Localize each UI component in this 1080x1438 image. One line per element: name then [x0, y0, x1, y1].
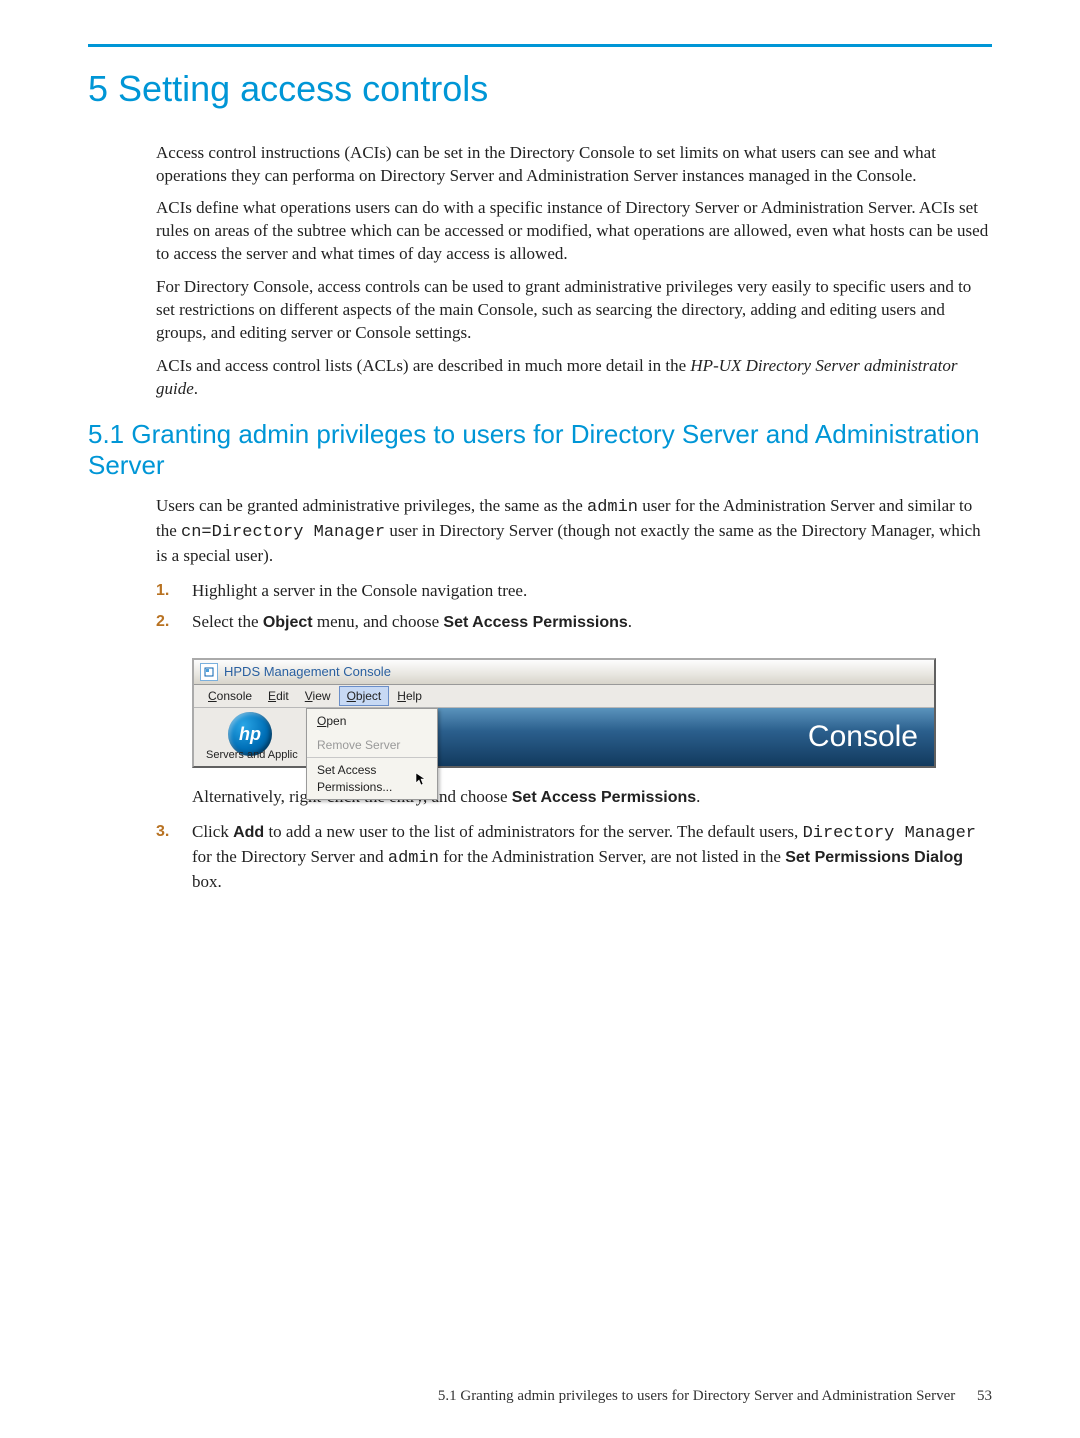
menu-item-remove-server: Remove Server [307, 733, 437, 757]
menu-item-open[interactable]: Open [307, 709, 437, 733]
menu-object[interactable]: Object [339, 686, 390, 706]
step-2-num: 2. [156, 611, 192, 640]
menu-console[interactable]: Console [200, 686, 260, 706]
intro: Access control instructions (ACIs) can b… [156, 142, 992, 401]
section-title: 5.1 Granting admin privileges to users f… [88, 419, 992, 481]
step-2-body: Select the Object menu, and choose Set A… [192, 611, 992, 640]
step-1-num: 1. [156, 580, 192, 609]
page-number: 53 [977, 1388, 992, 1404]
menubar: Console Edit View Object Help [194, 685, 934, 708]
screenshot: HPDS Management Console Console Edit Vie… [192, 658, 936, 768]
step-3: 3. Click Add to add a new user to the li… [156, 821, 992, 900]
object-dropdown: Open Remove Server Set Access Permission… [306, 708, 438, 800]
section-intro: Users can be granted administrative priv… [156, 495, 992, 568]
section-number: 5.1 [88, 419, 124, 449]
step-1-body: Highlight a server in the Console naviga… [192, 580, 992, 609]
step-1: 1. Highlight a server in the Console nav… [156, 580, 992, 609]
intro-p1: Access control instructions (ACIs) can b… [156, 142, 992, 188]
cursor-icon [415, 772, 427, 786]
step-2-alt: Alternatively, right-click the entry, an… [156, 786, 992, 815]
intro-p3: For Directory Console, access controls c… [156, 276, 992, 345]
intro-p2: ACIs define what operations users can do… [156, 197, 992, 266]
tree-label: Servers and Applic [206, 748, 298, 763]
chapter-number: 5 [88, 68, 108, 109]
menu-edit[interactable]: Edit [260, 686, 297, 706]
intro-p4: ACIs and access control lists (ACLs) are… [156, 355, 992, 401]
footer-text: 5.1 Granting admin privileges to users f… [438, 1388, 955, 1404]
step-3-num: 3. [156, 821, 192, 900]
window-title: HPDS Management Console [224, 663, 391, 681]
menu-item-set-access-permissions[interactable]: Set Access Permissions... [307, 758, 437, 798]
workspace: hp Servers and Applic Open Remove Server… [194, 708, 934, 766]
menu-view[interactable]: View [297, 686, 339, 706]
section-text: Granting admin privileges to users for D… [88, 419, 980, 480]
step-2: 2. Select the Object menu, and choose Se… [156, 611, 992, 640]
app-icon [200, 663, 218, 681]
step-3-body: Click Add to add a new user to the list … [192, 821, 992, 900]
section-p1: Users can be granted administrative priv… [156, 495, 992, 568]
titlebar: HPDS Management Console [194, 660, 934, 685]
top-rule [88, 44, 992, 47]
menu-help[interactable]: Help [389, 686, 430, 706]
footer: 5.1 Granting admin privileges to users f… [438, 1386, 992, 1406]
page: 5 Setting access controls Access control… [0, 0, 1080, 1438]
chapter-text: Setting access controls [118, 68, 488, 109]
chapter-title: 5 Setting access controls [88, 65, 992, 114]
